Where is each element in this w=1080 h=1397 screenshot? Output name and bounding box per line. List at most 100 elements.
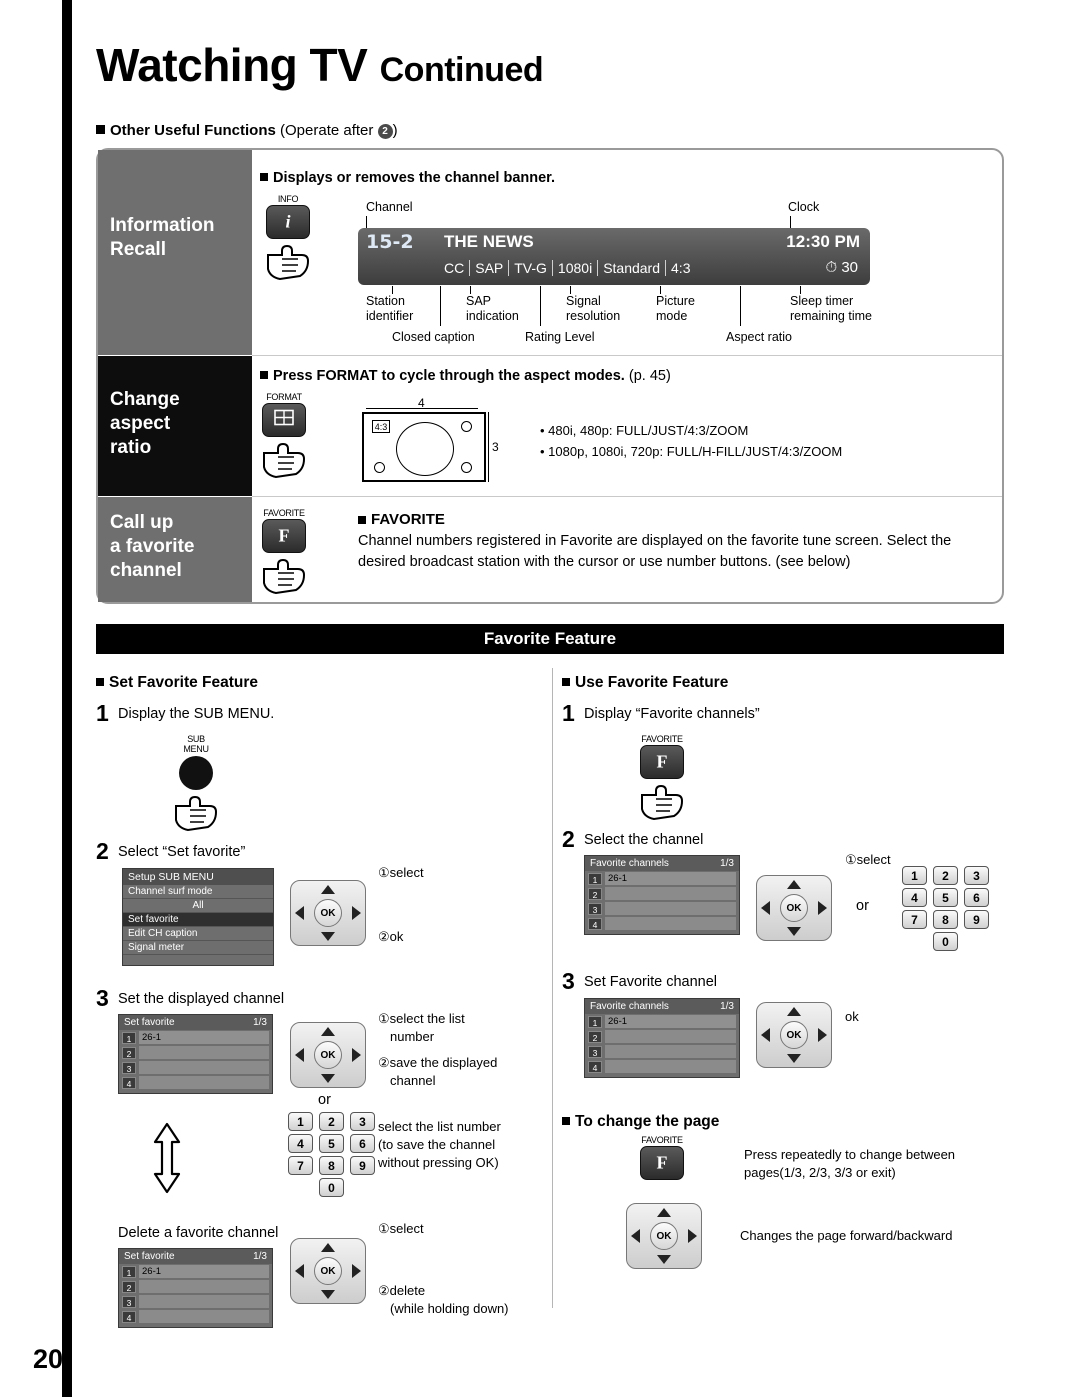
favorite-key-change-page[interactable]: FAVORITE F: [636, 1135, 688, 1180]
favorite-list-item[interactable]: 1 26-1: [585, 871, 739, 886]
key-2[interactable]: 2: [319, 1112, 344, 1131]
key-7[interactable]: 7: [288, 1156, 313, 1175]
dpad-ok-button[interactable]: OK: [780, 894, 808, 922]
sub-menu-row-edit-ch-caption[interactable]: Edit CH caption: [123, 927, 273, 941]
key-1[interactable]: 1: [288, 1112, 313, 1131]
dpad-up-icon[interactable]: [321, 885, 335, 894]
favorite-list-item[interactable]: 3: [585, 901, 739, 916]
dpad-right-step3[interactable]: OK: [756, 1002, 832, 1068]
key-5[interactable]: 5: [933, 888, 958, 907]
sub-menu-row-set-favorite[interactable]: Set favorite: [123, 913, 273, 927]
dpad-change-page[interactable]: OK: [626, 1203, 702, 1269]
favorite-list-item[interactable]: 1 26-1: [119, 1264, 272, 1279]
dpad-ok-button[interactable]: OK: [314, 1257, 342, 1285]
dpad-up-icon[interactable]: [787, 1007, 801, 1016]
key-8[interactable]: 8: [319, 1156, 344, 1175]
numeric-keypad-right[interactable]: 1 2 3 4 5 6 7 8 9 0: [902, 866, 992, 952]
favorite-list-item[interactable]: 3: [119, 1294, 272, 1309]
favorite-list-item[interactable]: 1 26-1: [119, 1030, 272, 1045]
page-number: 20: [33, 1344, 64, 1374]
key-0[interactable]: 0: [933, 932, 958, 951]
key-1[interactable]: 1: [902, 866, 927, 885]
format-key-button[interactable]: [262, 403, 306, 437]
dpad-left-icon[interactable]: [295, 1264, 304, 1278]
dpad-ok-button[interactable]: OK: [314, 1041, 342, 1069]
info-key[interactable]: INFO i: [262, 194, 314, 281]
dpad-right-icon[interactable]: [352, 906, 361, 920]
key-0[interactable]: 0: [319, 1178, 344, 1197]
favorite-key-right[interactable]: FAVORITE F: [636, 734, 688, 821]
favorite-channels-panel-1-header: Favorite channels 1/3: [585, 856, 739, 871]
favorite-list-item[interactable]: 2: [585, 1029, 739, 1044]
favorite-key-button[interactable]: F: [262, 519, 306, 553]
dpad-down-icon[interactable]: [321, 932, 335, 941]
favorite-list-item[interactable]: 2: [119, 1279, 272, 1294]
dpad-down-icon[interactable]: [321, 1290, 335, 1299]
dpad-up-icon[interactable]: [787, 880, 801, 889]
favorite-list-item[interactable]: 4: [119, 1075, 272, 1090]
key-3[interactable]: 3: [964, 866, 989, 885]
key-3[interactable]: 3: [350, 1112, 375, 1131]
dpad-left-icon[interactable]: [295, 906, 304, 920]
key-8[interactable]: 8: [933, 910, 958, 929]
dpad-ok-button[interactable]: OK: [650, 1222, 678, 1250]
key-2[interactable]: 2: [933, 866, 958, 885]
key-7[interactable]: 7: [902, 910, 927, 929]
list-value: [605, 1045, 736, 1058]
favorite-list-item[interactable]: 4: [585, 916, 739, 931]
sub-menu-row-signal-meter[interactable]: Signal meter: [123, 941, 273, 955]
dpad-delete[interactable]: OK: [290, 1238, 366, 1304]
dpad-right-icon[interactable]: [352, 1048, 361, 1062]
sub-menu-row-all[interactable]: All: [123, 899, 273, 913]
favorite-key-right-button[interactable]: F: [640, 745, 684, 779]
dpad-ok-button[interactable]: OK: [314, 899, 342, 927]
favorite-list-item[interactable]: 2: [585, 886, 739, 901]
sub-menu-key-button[interactable]: [179, 756, 213, 790]
dpad-down-icon[interactable]: [787, 1054, 801, 1063]
callout-sleep-l2: remaining time: [790, 309, 872, 323]
key-9[interactable]: 9: [350, 1156, 375, 1175]
dpad-ok-button[interactable]: OK: [780, 1021, 808, 1049]
dpad-left-icon[interactable]: [631, 1229, 640, 1243]
aspect-mode-list: • 480i, 480p: FULL/JUST/4:3/ZOOM • 1080p…: [540, 420, 980, 462]
favorite-list-item[interactable]: 3: [585, 1044, 739, 1059]
dpad-up-icon[interactable]: [321, 1027, 335, 1036]
key-4[interactable]: 4: [902, 888, 927, 907]
dpad-step2[interactable]: OK: [290, 880, 366, 946]
key-5[interactable]: 5: [319, 1134, 344, 1153]
left-step1-number: 1: [96, 700, 109, 726]
key-4[interactable]: 4: [288, 1134, 313, 1153]
left-step2-annot-2: ②ok: [378, 929, 404, 944]
info-key-button[interactable]: i: [266, 205, 310, 239]
dpad-up-icon[interactable]: [321, 1243, 335, 1252]
key-9[interactable]: 9: [964, 910, 989, 929]
key-6[interactable]: 6: [350, 1134, 375, 1153]
dpad-step3[interactable]: OK: [290, 1022, 366, 1088]
callout-rating-level: Rating Level: [525, 330, 595, 344]
dpad-right-icon[interactable]: [818, 901, 827, 915]
dpad-up-icon[interactable]: [657, 1208, 671, 1217]
numeric-keypad-left[interactable]: 1 2 3 4 5 6 7 8 9 0: [288, 1112, 378, 1198]
favorite-list-item[interactable]: 3: [119, 1060, 272, 1075]
dpad-right-icon[interactable]: [818, 1028, 827, 1042]
favorite-list-item[interactable]: 4: [119, 1309, 272, 1324]
dpad-left-icon[interactable]: [295, 1048, 304, 1062]
dpad-left-icon[interactable]: [761, 901, 770, 915]
favorite-key[interactable]: FAVORITE F: [258, 508, 310, 595]
favorite-list-item[interactable]: 2: [119, 1045, 272, 1060]
favorite-list-item[interactable]: 4: [585, 1059, 739, 1074]
dpad-right-step2[interactable]: OK: [756, 875, 832, 941]
sub-menu-row-channel-surf[interactable]: Channel surf mode: [123, 885, 273, 899]
dpad-down-icon[interactable]: [657, 1255, 671, 1264]
dpad-right-icon[interactable]: [352, 1264, 361, 1278]
dpad-down-icon[interactable]: [787, 927, 801, 936]
section-heading-paren-close: ): [392, 122, 398, 139]
format-key[interactable]: FORMAT: [258, 392, 310, 479]
key-6[interactable]: 6: [964, 888, 989, 907]
dpad-left-icon[interactable]: [761, 1028, 770, 1042]
dpad-right-icon[interactable]: [688, 1229, 697, 1243]
favorite-list-item[interactable]: 1 26-1: [585, 1014, 739, 1029]
favorite-key-cp-button[interactable]: F: [640, 1146, 684, 1180]
dpad-down-icon[interactable]: [321, 1074, 335, 1083]
sub-menu-key[interactable]: SUB MENU: [170, 734, 222, 832]
